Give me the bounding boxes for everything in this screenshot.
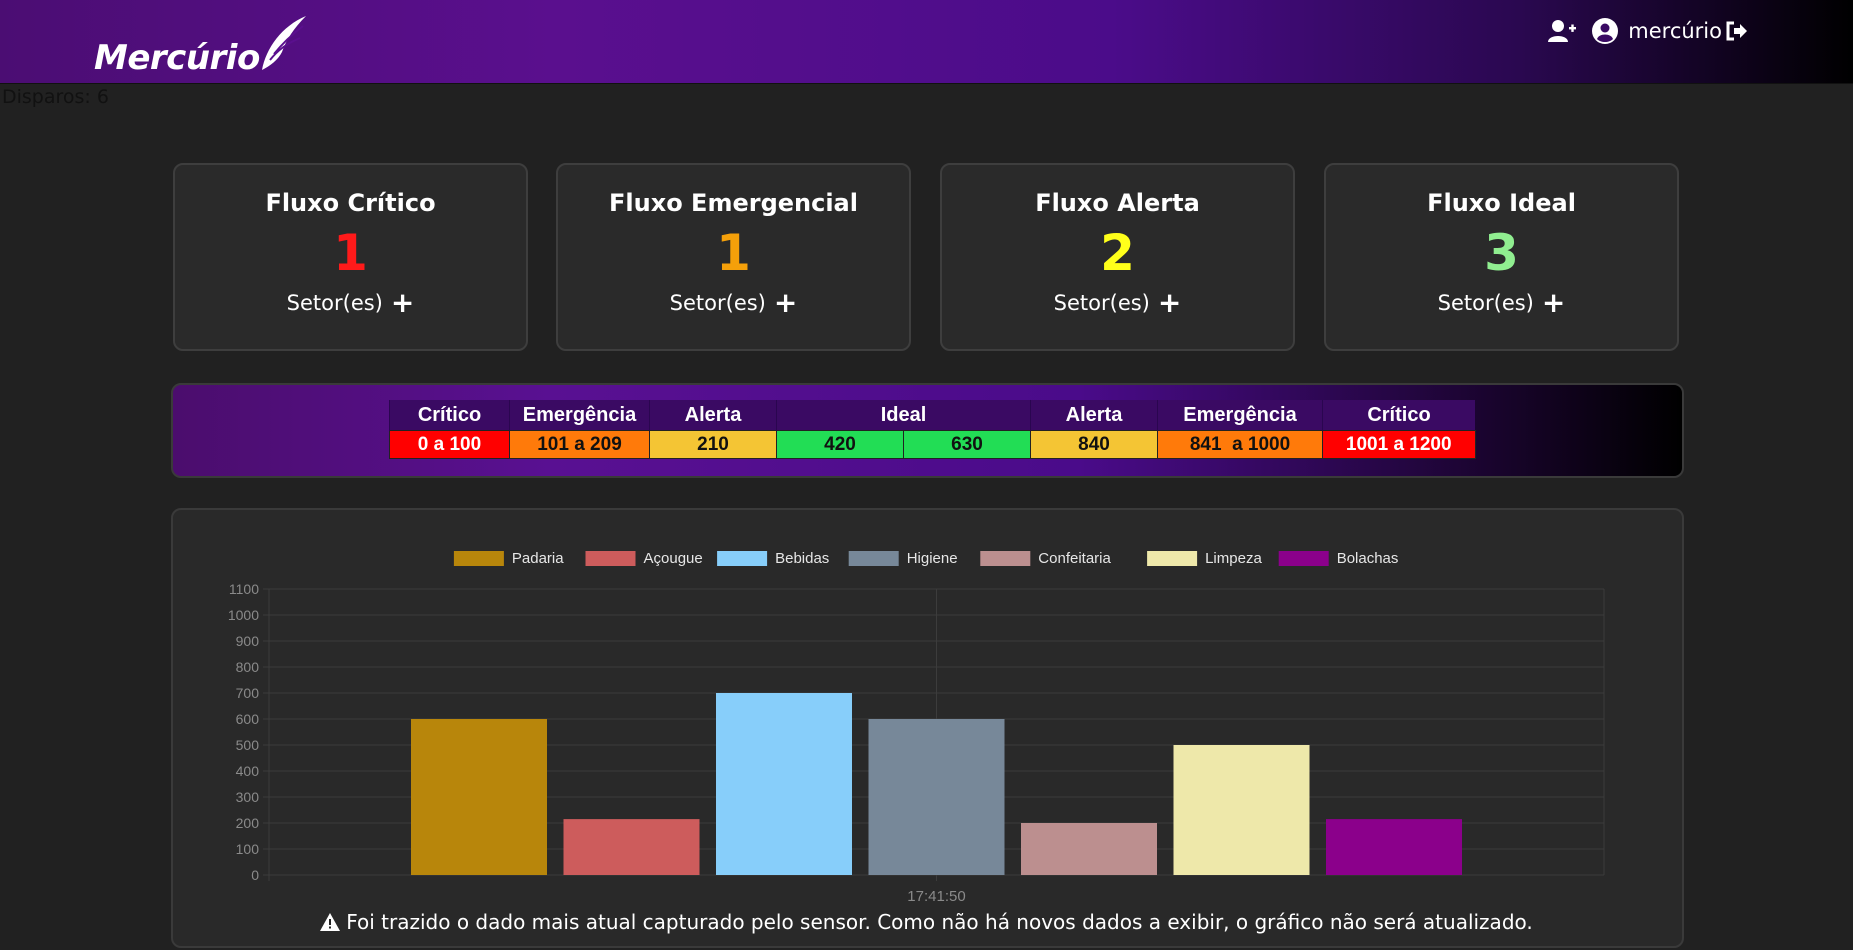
legend-swatch — [453, 551, 504, 566]
legend-swatch — [848, 551, 899, 566]
y-tick-label: 500 — [236, 737, 260, 753]
card-footer-label: Setor(es) — [1053, 291, 1150, 315]
scale-panel: Crítico Emergência Alerta Ideal Alerta E… — [171, 383, 1684, 478]
card-title: Fluxo Alerta — [1035, 189, 1200, 217]
card-title: Fluxo Ideal — [1427, 189, 1576, 217]
card-footer-label: Setor(es) — [286, 291, 383, 315]
y-tick-label: 400 — [236, 763, 260, 779]
bar-bebidas — [716, 693, 852, 875]
warning-message: Foi trazido o dado mais atual capturado … — [0, 910, 1853, 934]
card-footer-label: Setor(es) — [1437, 291, 1534, 315]
legend-label: Higiene — [907, 550, 958, 567]
legend-label: Confeitaria — [1038, 550, 1111, 567]
legend-label: Padaria — [512, 550, 564, 567]
legend-swatch — [585, 551, 636, 566]
scale-value: 841 a 1000 — [1157, 430, 1323, 459]
card-count: 1 — [333, 224, 368, 282]
scale-value: 1001 a 1200 — [1322, 430, 1476, 459]
plus-icon[interactable]: + — [1158, 289, 1181, 317]
scale-value: 420 — [776, 430, 904, 459]
wing-icon — [261, 16, 306, 70]
scale-header-ideal: Ideal — [776, 400, 1031, 431]
user-circle-icon[interactable] — [1592, 18, 1619, 44]
scale-value: 101 a 209 — [509, 430, 650, 459]
plus-icon[interactable]: + — [1542, 289, 1565, 317]
sign-out-icon[interactable] — [1726, 21, 1748, 41]
warning-text: Foi trazido o dado mais atual capturado … — [346, 910, 1533, 934]
y-tick-label: 100 — [236, 841, 260, 857]
y-tick-label: 800 — [236, 659, 260, 675]
plus-icon[interactable]: + — [391, 289, 414, 317]
y-tick-label: 0 — [251, 867, 259, 883]
card-fluxo-alerta: Fluxo Alerta 2 Setor(es) + — [940, 163, 1295, 351]
card-title: Fluxo Crítico — [265, 189, 436, 217]
setores-toggle[interactable]: Setor(es) + — [175, 289, 526, 317]
chart-panel: 0 100 200 300 400 500 600 700 800 900 1000 1100 17:4… — [171, 508, 1684, 948]
legend-swatch — [980, 551, 1031, 566]
bar-aougue — [563, 819, 700, 875]
setores-toggle[interactable]: Setor(es) + — [1326, 289, 1677, 317]
legend-swatch — [1147, 551, 1198, 566]
card-fluxo-emergencial: Fluxo Emergencial 1 Setor(es) + — [556, 163, 911, 351]
legend-label: Limpeza — [1205, 550, 1262, 567]
card-title: Fluxo Emergencial — [609, 189, 858, 217]
y-tick-label: 600 — [236, 711, 260, 727]
card-count: 3 — [1484, 224, 1519, 282]
y-tick-label: 1100 — [229, 581, 259, 597]
legend-label: Bolachas — [1337, 550, 1399, 567]
y-tick-label: 700 — [236, 685, 260, 701]
card-fluxo-critico: Fluxo Crítico 1 Setor(es) + — [173, 163, 528, 351]
bar-limpeza — [1173, 745, 1310, 875]
scale-header-critico: Crítico — [389, 400, 510, 431]
legend-label: Açougue — [644, 550, 703, 567]
setores-toggle[interactable]: Setor(es) + — [558, 289, 909, 317]
card-footer-label: Setor(es) — [669, 291, 766, 315]
card-count: 2 — [1100, 224, 1135, 282]
warning-triangle-icon — [320, 913, 341, 931]
card-fluxo-ideal: Fluxo Ideal 3 Setor(es) + — [1324, 163, 1679, 351]
legend-label: Bebidas — [775, 550, 829, 567]
bar-confeitaria — [1021, 823, 1157, 875]
brand-name: Mercúrio — [94, 38, 260, 78]
x-tick-label: 17:41:50 — [907, 888, 965, 905]
y-tick-label: 900 — [236, 633, 260, 649]
legend-swatch — [1278, 551, 1329, 566]
bar-bolachas — [1326, 819, 1462, 875]
card-count: 1 — [716, 224, 751, 282]
plus-icon[interactable]: + — [774, 289, 797, 317]
user-name[interactable]: mercúrio — [1628, 19, 1722, 43]
scale-value: 0 a 100 — [389, 430, 510, 459]
bar-padaria — [411, 719, 547, 875]
scale-value: 630 — [903, 430, 1031, 459]
scale-header-alerta: Alerta — [1030, 400, 1158, 431]
disparos-counter: Disparos: 6 — [2, 86, 109, 108]
y-tick-label: 1000 — [228, 607, 259, 623]
scale-table: Crítico Emergência Alerta Ideal Alerta E… — [389, 400, 1476, 459]
y-tick-label: 200 — [236, 815, 260, 831]
navbar: Mercúrio mercúrio — [0, 0, 1853, 84]
scale-header-emergencia: Emergência — [509, 400, 650, 431]
legend-swatch — [717, 551, 768, 566]
setores-toggle[interactable]: Setor(es) + — [942, 289, 1293, 317]
scale-header-emergencia: Emergência — [1157, 400, 1323, 431]
scale-header-alerta: Alerta — [649, 400, 777, 431]
scale-header-critico: Crítico — [1322, 400, 1475, 431]
y-tick-label: 300 — [236, 789, 260, 805]
bar-chart: 0 100 200 300 400 500 600 700 800 900 1000 1100 17:4… — [228, 550, 1605, 905]
scale-value: 210 — [649, 430, 777, 459]
bar-higiene — [868, 719, 1005, 875]
scale-value: 840 — [1030, 430, 1158, 459]
user-plus-icon[interactable] — [1548, 19, 1577, 43]
brand-logo[interactable]: Mercúrio — [94, 14, 308, 78]
